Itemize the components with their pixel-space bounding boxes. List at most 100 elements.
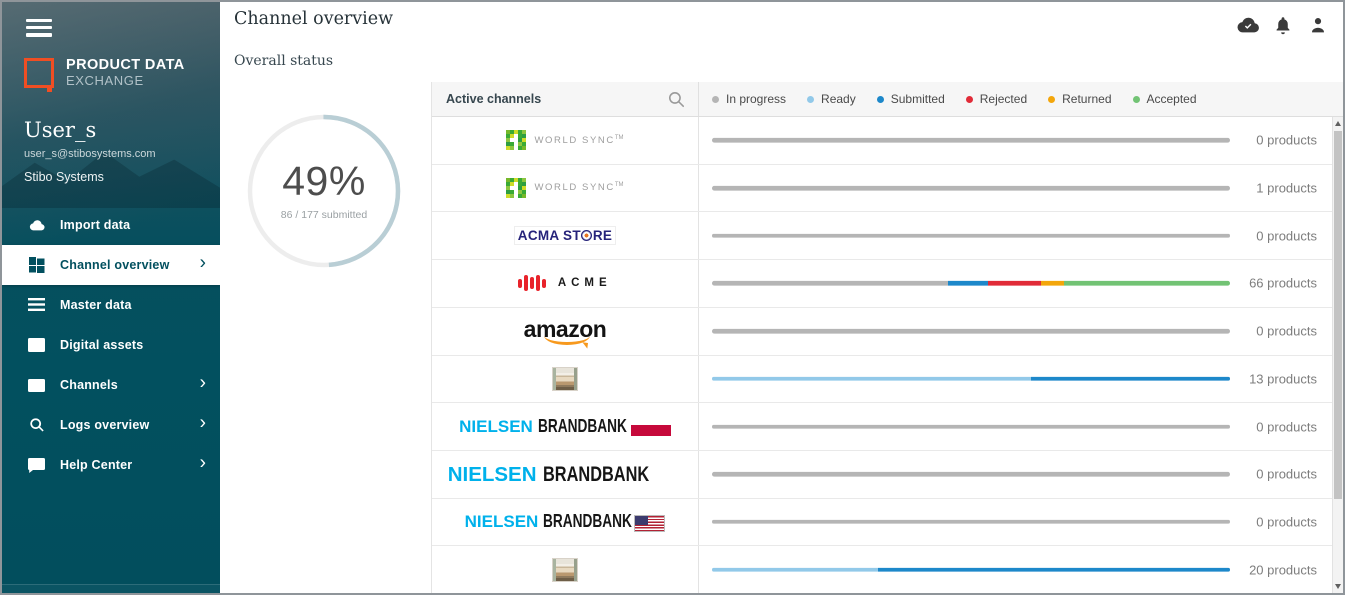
chevron-right-icon: › [200, 413, 206, 435]
sidebar-item-label: Channels [60, 378, 118, 392]
hamburger-menu-icon[interactable] [26, 19, 52, 41]
product-count: 0 products [1256, 467, 1317, 482]
bar-segment-in_progress [712, 472, 1230, 477]
1worldsync-wordmark: WORLD SYNCTM [534, 182, 623, 193]
bar-segment-accepted [1064, 281, 1230, 286]
cloud-upload-icon [28, 217, 45, 234]
page-subtitle: Overall status [234, 53, 333, 69]
channel-status-cell: 0 products [699, 117, 1343, 164]
channel-logo-cell: NIELSENBRANDBANK [432, 403, 699, 450]
product-count: 0 products [1256, 419, 1317, 434]
channel-row[interactable]: ACME 66 products [432, 260, 1343, 308]
legend-item-returned: Returned [1048, 92, 1111, 106]
sidebar-item-logs-overview[interactable]: Logs overview› [2, 405, 220, 445]
channel-row[interactable]: NIELSENBRANDBANK 0 products [432, 451, 1343, 499]
legend-label: In progress [726, 92, 786, 106]
channel-logo-cell: amazon [432, 308, 699, 355]
user-company: Stibo Systems [24, 170, 104, 184]
card-icon [28, 377, 45, 394]
sidebar-item-label: Help Center [60, 458, 132, 472]
search-icon [28, 417, 45, 434]
status-legend: In progressReadySubmittedRejectedReturne… [699, 82, 1343, 116]
brand-square-icon [24, 58, 54, 88]
channel-status-cell: 20 products [699, 546, 1343, 593]
channel-status-cell: 0 products [699, 308, 1343, 355]
legend-label: Returned [1062, 92, 1111, 106]
channel-logo-acme: ACME [518, 275, 611, 291]
sidebar-footer [2, 584, 220, 593]
channel-row[interactable]: WORLD SYNCTM 1 products [432, 165, 1343, 213]
sidebar-item-channels[interactable]: Channels› [2, 365, 220, 405]
active-channels-label: Active channels [446, 92, 541, 106]
channel-row[interactable]: amazon 0 products [432, 308, 1343, 356]
product-count: 13 products [1249, 371, 1317, 386]
brand-line1: PRODUCT DATA [66, 58, 185, 74]
channel-logo-cell: ACMA STRE [432, 212, 699, 259]
acma-text-pre: ACMA ST [518, 228, 581, 243]
grid-icon [28, 257, 45, 274]
chevron-right-icon: › [200, 453, 206, 475]
scroll-down-arrow[interactable] [1333, 580, 1343, 593]
overall-detail: 86 / 177 submitted [281, 209, 367, 221]
legend-item-rejected: Rejected [966, 92, 1027, 106]
status-progress-bar [712, 234, 1230, 239]
channel-row[interactable]: NIELSENBRANDBANK 0 products [432, 499, 1343, 547]
legend-item-ready: Ready [807, 92, 856, 106]
user-icon[interactable] [1307, 14, 1329, 36]
status-progress-bar [712, 329, 1230, 334]
brand-logo: PRODUCT DATA EXCHANGE [24, 58, 185, 88]
product-count: 0 products [1256, 133, 1317, 148]
overall-progress-donut: 49% 86 / 177 submitted [246, 113, 402, 269]
status-progress-bar [712, 520, 1230, 525]
nielsen-wordmark: NIELSEN [465, 512, 539, 532]
sidebar-item-help-center[interactable]: Help Center › [2, 445, 220, 485]
legend-dot-returned [1048, 96, 1055, 103]
bar-segment-ready [712, 377, 1031, 382]
status-progress-bar [712, 472, 1230, 477]
channels-table: Active channels In progressReadySubmitte… [432, 82, 1343, 593]
chat-icon [28, 457, 45, 474]
vertical-scrollbar[interactable] [1332, 117, 1343, 593]
scrollbar-thumb[interactable] [1334, 131, 1342, 499]
amazon-smile-icon [544, 334, 590, 345]
app-window: PRODUCT DATA EXCHANGE User_s user_s@stib… [0, 0, 1345, 595]
cloud-sync-icon[interactable] [1237, 14, 1259, 36]
1worldsync-mosaic-icon [506, 178, 526, 198]
sidebar-item-import-data[interactable]: Import data [2, 205, 220, 245]
channel-status-cell: 0 products [699, 451, 1343, 498]
sidebar-item-channel-overview[interactable]: Channel overview› [2, 245, 220, 285]
product-count: 0 products [1256, 514, 1317, 529]
bar-segment-in_progress [712, 281, 948, 286]
channel-logo-cell [432, 546, 699, 593]
sidebar-item-digital-assets[interactable]: Digital assets [2, 325, 220, 365]
sidebar-item-master-data[interactable]: Master data [2, 285, 220, 325]
status-progress-bar [712, 377, 1230, 382]
channel-logo-cell: WORLD SYNCTM [432, 165, 699, 212]
user-email: user_s@stibosystems.com [24, 148, 156, 160]
channel-logo-cell: ACME [432, 260, 699, 307]
overall-status-panel: 49% 86 / 177 submitted [220, 82, 432, 593]
bar-segment-submitted [948, 281, 988, 286]
scroll-up-arrow[interactable] [1333, 117, 1343, 130]
channel-status-cell: 0 products [699, 403, 1343, 450]
search-icon[interactable] [667, 90, 686, 114]
status-progress-bar [712, 138, 1230, 143]
channel-row[interactable]: 13 products [432, 356, 1343, 404]
legend-dot-rejected [966, 96, 973, 103]
status-progress-bar [712, 424, 1230, 429]
bar-segment-ready [712, 567, 878, 572]
legend-dot-submitted [877, 96, 884, 103]
channel-row[interactable]: 20 products [432, 546, 1343, 593]
bar-segment-in_progress [712, 520, 1230, 525]
channel-logo-photo-thumbnail [552, 367, 578, 391]
acme-wordmark: ACME [558, 277, 612, 289]
channel-logo-amazon: amazon [524, 318, 607, 345]
legend-label: Rejected [980, 92, 1027, 106]
notifications-icon[interactable] [1272, 14, 1294, 36]
channel-row[interactable]: ACMA STRE 0 products [432, 212, 1343, 260]
channel-row[interactable]: NIELSENBRANDBANK 0 products [432, 403, 1343, 451]
us-flag-icon [634, 515, 665, 532]
product-count: 20 products [1249, 562, 1317, 577]
channel-row[interactable]: WORLD SYNCTM 0 products [432, 117, 1343, 165]
acme-bars-icon [518, 275, 546, 291]
